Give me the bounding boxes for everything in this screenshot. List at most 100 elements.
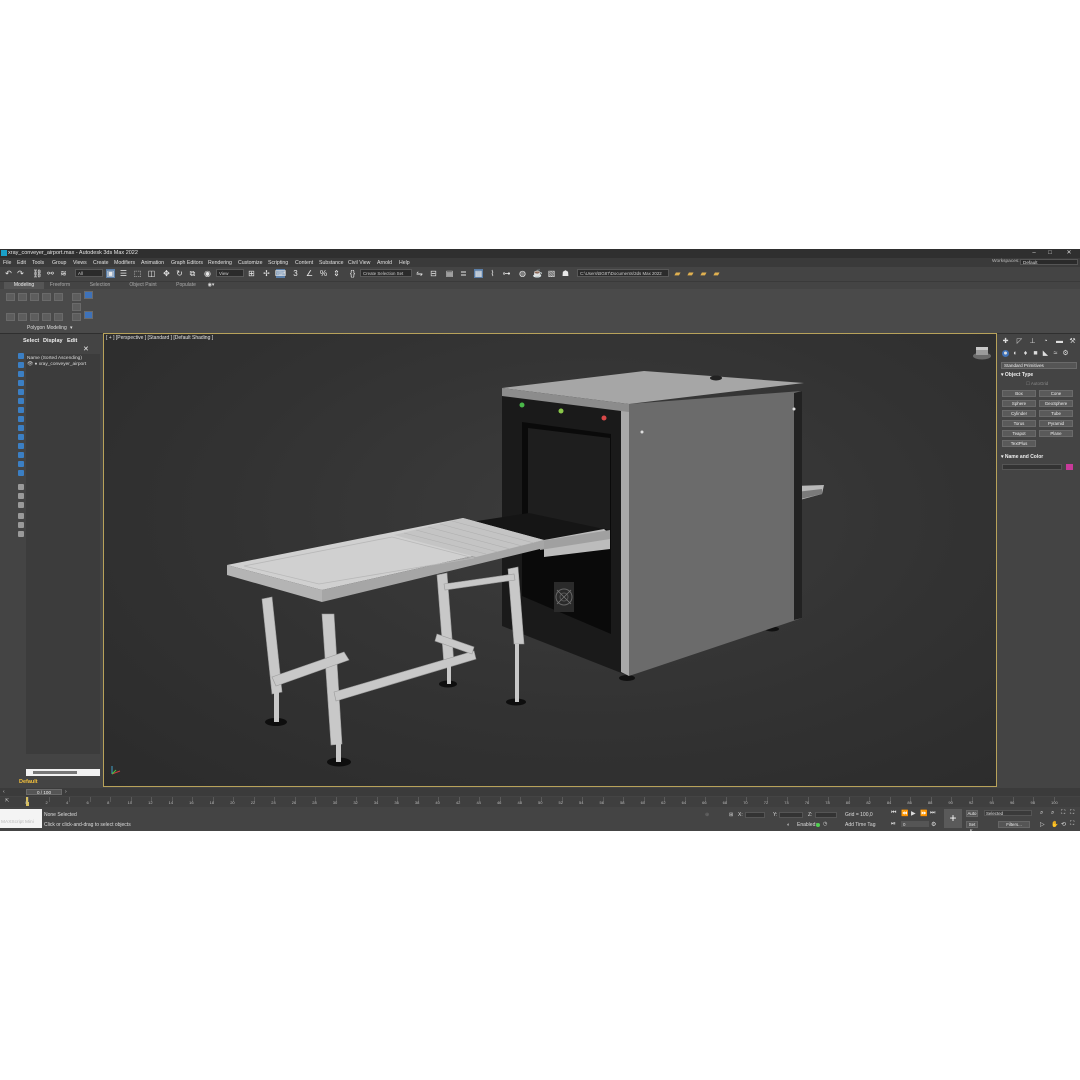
filter-lights-icon[interactable]	[18, 380, 24, 386]
create-tab-icon[interactable]: ✚	[1002, 338, 1009, 345]
ribbon-tool-icon[interactable]	[30, 313, 39, 321]
menu-tools[interactable]: Tools	[32, 260, 44, 266]
previous-key-icon[interactable]: ⏪	[901, 810, 908, 817]
perspective-viewport[interactable]: [ + ] [Perspective ] [Standard ] [Defaul…	[103, 333, 997, 787]
keyboard-shortcut-override-icon[interactable]: ⌨	[275, 269, 286, 278]
key-mode-icon[interactable]: ⏯	[891, 821, 896, 828]
menu-edit[interactable]: Edit	[17, 260, 26, 266]
list-item[interactable]: 👁 ● xray_conveyer_airport	[27, 362, 99, 369]
time-slider[interactable]: ‹ 0 / 100 ›	[0, 788, 1080, 796]
filter-xrefs-icon[interactable]	[18, 425, 24, 431]
unlink-icon[interactable]: ⚯	[46, 269, 55, 278]
menu-animation[interactable]: Animation	[141, 260, 164, 266]
ribbon-panel-label[interactable]: Polygon Modeling	[27, 325, 67, 331]
modify-tab-icon[interactable]: ◸	[1016, 338, 1023, 345]
time-tag-icon[interactable]: ◷	[823, 821, 827, 827]
select-manipulate-icon[interactable]: ✢	[262, 269, 271, 278]
undo-icon[interactable]: ↶	[4, 269, 13, 278]
move-icon[interactable]: ✥	[162, 269, 171, 278]
ribbon-tool-icon[interactable]	[84, 291, 93, 299]
ribbon-tool-icon[interactable]	[84, 311, 93, 319]
selection-filter-dropdown[interactable]: All	[75, 269, 103, 277]
maximize-viewport-icon[interactable]: ⛶	[1070, 821, 1074, 828]
ribbon-tool-icon[interactable]	[72, 313, 81, 321]
helpers-icon[interactable]: ◣	[1042, 350, 1049, 357]
ribbon-tool-icon[interactable]	[30, 293, 39, 301]
filter-bones-icon[interactable]	[18, 434, 24, 440]
prev-frame-icon[interactable]: ‹	[3, 789, 5, 795]
rectangular-selection-icon[interactable]: ⬚	[133, 269, 142, 278]
zoom-all-icon[interactable]: ⌕	[1051, 810, 1054, 817]
spacewarps-icon[interactable]: ≈	[1052, 350, 1059, 357]
go-to-end-icon[interactable]: ⏭	[930, 810, 935, 817]
orbit-icon[interactable]: ⟲	[1061, 821, 1066, 828]
spinner-snap-icon[interactable]: ⇕	[332, 269, 341, 278]
link-icon[interactable]: ⛓	[32, 269, 42, 278]
filter-spacewarps-icon[interactable]	[18, 407, 24, 413]
cylinder-button[interactable]: Cylinder	[1002, 410, 1036, 417]
ribbon-tool-icon[interactable]	[72, 293, 81, 301]
utilities-tab-icon[interactable]: ⚒	[1069, 338, 1076, 345]
box-button[interactable]: Box	[1002, 390, 1036, 397]
add-time-tag[interactable]: Add Time Tag	[845, 822, 875, 828]
project-path-field[interactable]: C:\Users\BG87\Documents\3ds Max 2022	[577, 269, 669, 277]
pyramid-button[interactable]: Pyramid	[1039, 420, 1073, 427]
explorer-column-header[interactable]: Name (Sorted Ascending)	[27, 356, 82, 361]
x-coordinate-field[interactable]	[745, 812, 765, 818]
reference-coordinate-dropdown[interactable]: View	[216, 269, 244, 277]
tab-freeform[interactable]: Freeform	[44, 282, 76, 289]
project-folder-icon[interactable]: ▰	[686, 269, 695, 278]
ribbon-tool-icon[interactable]	[18, 293, 27, 301]
key-filter-dropdown[interactable]: Selected	[984, 810, 1032, 816]
cameras-icon[interactable]: ■	[1032, 350, 1039, 357]
rendered-frame-window-icon[interactable]: ▧	[547, 269, 556, 278]
menu-scripting[interactable]: Scripting	[268, 260, 288, 266]
menu-customize[interactable]: Customize	[238, 260, 263, 266]
mirror-icon[interactable]: ⇋	[415, 269, 424, 278]
name-color-rollout[interactable]: ▾ Name and Color	[1001, 454, 1077, 461]
select-none-icon[interactable]	[18, 493, 24, 499]
ribbon-tool-icon[interactable]	[72, 303, 81, 311]
render-production-icon[interactable]: ☗	[561, 269, 570, 278]
menu-rendering[interactable]: Rendering	[208, 260, 232, 266]
play-icon[interactable]: ▶	[911, 810, 916, 817]
menu-help[interactable]: Help	[399, 260, 410, 266]
redo-icon[interactable]: ↷	[16, 269, 25, 278]
current-frame-field[interactable]: 0	[901, 821, 929, 827]
edit-named-selection-icon[interactable]: {}	[348, 269, 357, 278]
autogrid-checkbox[interactable]: ☐ AutoGrid	[1026, 381, 1048, 387]
category-dropdown[interactable]: Standard Primitives	[1001, 362, 1077, 369]
menu-arnold[interactable]: Arnold	[377, 260, 392, 266]
ribbon-tool-icon[interactable]	[54, 293, 63, 301]
filter-funnel-icon[interactable]	[18, 522, 24, 528]
bind-space-warp-icon[interactable]: ≋	[59, 269, 68, 278]
tube-button[interactable]: Tube	[1039, 410, 1073, 417]
menu-modifiers[interactable]: Modifiers	[114, 260, 135, 266]
motion-tab-icon[interactable]: ◔	[1042, 338, 1049, 345]
menu-substance[interactable]: Substance	[319, 260, 344, 266]
y-coordinate-field[interactable]	[779, 812, 803, 818]
named-selection-set-dropdown[interactable]: Create Selection Set	[360, 269, 412, 277]
time-configuration-icon[interactable]: ⚙	[931, 821, 936, 828]
tab-populate[interactable]: Populate	[170, 282, 202, 289]
textplus-button[interactable]: TextPlus	[1002, 440, 1036, 447]
tab-selection[interactable]: Selection	[84, 282, 116, 289]
frame-display[interactable]: 0 / 100	[26, 789, 62, 795]
angle-snap-icon[interactable]: ∠	[305, 269, 314, 278]
filter-groups-icon[interactable]	[18, 416, 24, 422]
scale-icon[interactable]: ⧉	[188, 269, 197, 278]
lights-icon[interactable]: ♦	[1022, 350, 1029, 357]
ribbon-tool-icon[interactable]	[6, 293, 15, 301]
filter-all-icon[interactable]	[18, 470, 24, 476]
menu-views[interactable]: Views	[73, 260, 87, 266]
ribbon-tool-icon[interactable]	[42, 293, 51, 301]
tab-modeling[interactable]: Modeling	[4, 282, 44, 289]
cone-button[interactable]: Cone	[1039, 390, 1073, 397]
next-key-icon[interactable]: ⏩	[920, 810, 927, 817]
menu-civil-view[interactable]: Civil View	[348, 260, 370, 266]
menu-graph-editors[interactable]: Graph Editors	[171, 260, 203, 266]
object-name-field[interactable]	[1002, 464, 1062, 470]
placement-icon[interactable]: ◉	[203, 269, 212, 278]
pan-icon[interactable]: ✋	[1051, 821, 1058, 828]
zoom-extents-icon[interactable]: ⛶	[1061, 810, 1065, 817]
